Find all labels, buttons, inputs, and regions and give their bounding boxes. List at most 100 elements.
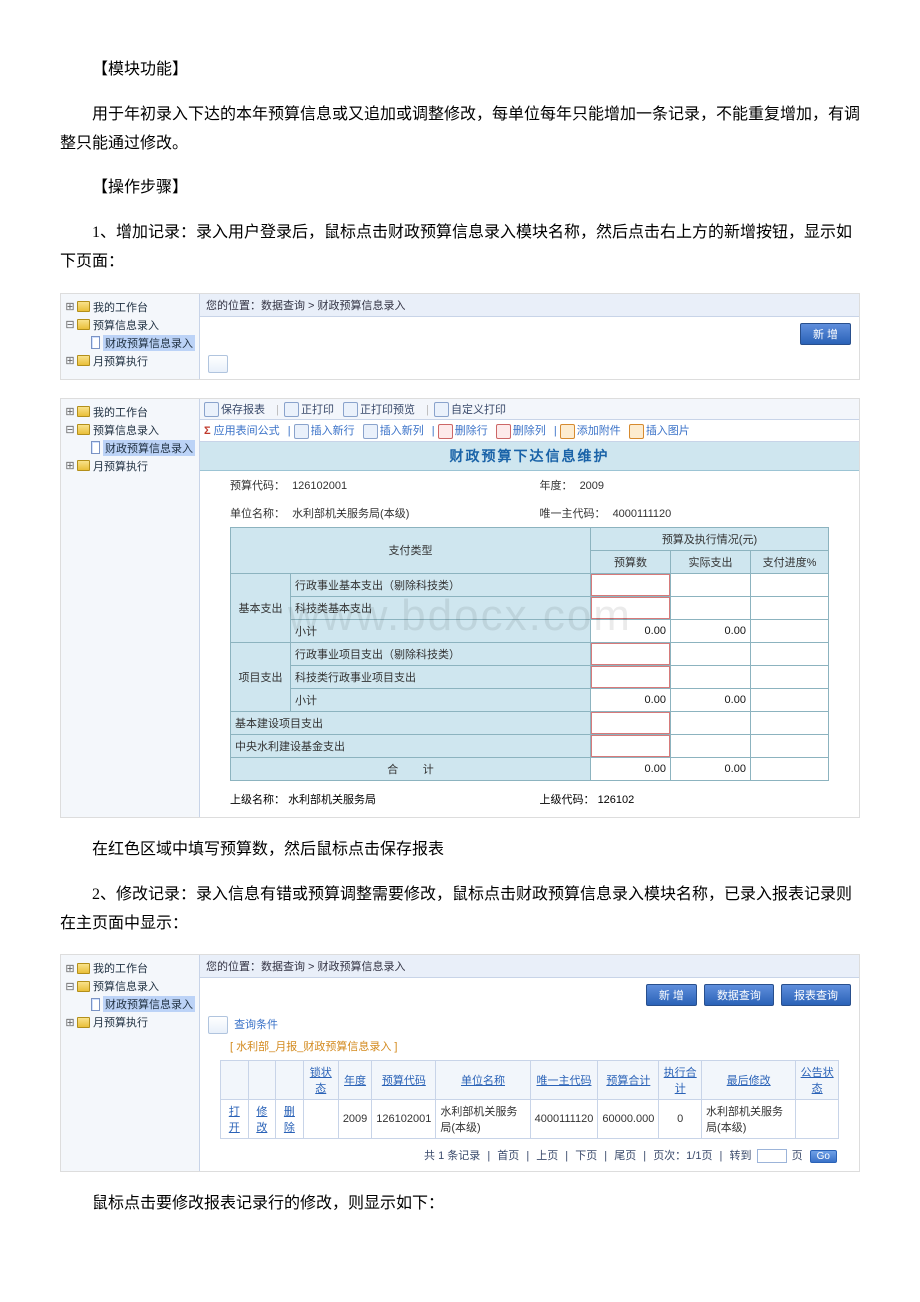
tree-budget-entry[interactable]: ⊟ 预算信息录入 xyxy=(65,421,195,439)
input-cell[interactable] xyxy=(590,734,670,757)
report-info-row-1: 预算代码： 126102001 年度： 2009 xyxy=(200,471,859,499)
pager-prev[interactable]: 上页 xyxy=(536,1150,558,1162)
tree-fiscal-entry[interactable]: 财政预算信息录入 xyxy=(65,334,195,352)
value-cell xyxy=(670,573,750,596)
th-total[interactable]: 预算合计 xyxy=(598,1061,659,1100)
value-cell xyxy=(750,757,828,780)
th-exec-total[interactable]: 执行合计 xyxy=(659,1061,702,1100)
collapse-icon[interactable]: ⊟ xyxy=(65,423,75,436)
pager-first[interactable]: 首页 xyxy=(497,1150,519,1162)
save-report-button[interactable]: 保存报表 xyxy=(204,401,265,418)
th-link[interactable]: 单位名称 xyxy=(461,1075,505,1087)
input-cell[interactable] xyxy=(590,596,670,619)
tree-label: 预算信息录入 xyxy=(93,978,159,994)
new-button[interactable]: 新 增 xyxy=(800,323,851,345)
th-link[interactable]: 预算代码 xyxy=(382,1075,426,1087)
pager-next[interactable]: 下页 xyxy=(575,1150,597,1162)
value-cell xyxy=(670,734,750,757)
pager-last[interactable]: 尾页 xyxy=(614,1150,636,1162)
figure-1: ⊞ 我的工作台 ⊟ 预算信息录入 财政预算信息录入 ⊞ 月预算执行 xyxy=(60,293,860,380)
th-link[interactable]: 年度 xyxy=(344,1075,366,1087)
expand-icon[interactable]: ⊞ xyxy=(65,962,75,975)
th-year[interactable]: 年度 xyxy=(338,1061,371,1100)
folder-icon xyxy=(77,424,90,435)
collapse-icon[interactable]: ⊟ xyxy=(65,980,75,993)
print-button[interactable]: 正打印 xyxy=(284,401,334,418)
th-budget-code[interactable]: 预算代码 xyxy=(372,1061,436,1100)
document-icon xyxy=(91,336,100,349)
budget-code-value: 126102001 xyxy=(292,480,347,492)
expand-icon[interactable]: ⊞ xyxy=(65,1016,75,1029)
th-link[interactable]: 预算合计 xyxy=(606,1075,650,1087)
expand-icon[interactable]: ⊞ xyxy=(65,459,75,472)
tree-label: 月预算执行 xyxy=(93,1014,148,1030)
pager-page-input[interactable] xyxy=(757,1149,787,1163)
attachment-icon xyxy=(560,424,575,439)
insert-image-button[interactable]: 插入图片 xyxy=(629,422,690,439)
open-link[interactable]: 打开 xyxy=(221,1100,249,1139)
tree-fiscal-entry[interactable]: 财政预算信息录入 xyxy=(65,995,195,1013)
tree-month-exec[interactable]: ⊞ 月预算执行 xyxy=(65,1013,195,1031)
collapse-icon[interactable]: ⊟ xyxy=(65,318,75,331)
value-cell: 0.00 xyxy=(590,757,670,780)
input-cell[interactable] xyxy=(590,665,670,688)
tree-my-workbench[interactable]: ⊞ 我的工作台 xyxy=(65,403,195,421)
formula-button[interactable]: Σ 应用表间公式 xyxy=(204,422,280,438)
search-bar[interactable]: 查询条件 xyxy=(200,1012,859,1036)
insert-col-button[interactable]: 插入新列 xyxy=(363,422,424,439)
tree-fiscal-entry[interactable]: 财政预算信息录入 xyxy=(65,439,195,457)
breadcrumb: 您的位置：数据查询 > 财政预算信息录入 xyxy=(200,955,859,978)
expand-icon[interactable]: ⊞ xyxy=(65,354,75,367)
th-lock[interactable]: 锁状态 xyxy=(303,1061,338,1100)
para-fill: 在红色区域中填写预算数，然后鼠标点击保存报表 xyxy=(60,836,860,865)
toolbar-label: 保存报表 xyxy=(221,404,265,416)
delete-col-button[interactable]: 删除列 xyxy=(496,422,546,439)
row-basic-1: 行政事业基本支出（剔除科技类） xyxy=(291,573,591,596)
th-main-code[interactable]: 唯一主代码 xyxy=(530,1061,598,1100)
expand-icon[interactable]: ⊞ xyxy=(65,300,75,313)
custom-print-button[interactable]: 自定义打印 xyxy=(434,401,506,418)
input-cell[interactable] xyxy=(590,642,670,665)
delete-row-button[interactable]: 删除行 xyxy=(438,422,488,439)
report-query-button[interactable]: 报表查询 xyxy=(781,984,851,1006)
input-cell[interactable] xyxy=(590,711,670,734)
row-central: 中央水利建设基金支出 xyxy=(231,734,591,757)
figure-3: ⊞ 我的工作台 ⊟ 预算信息录入 财政预算信息录入 ⊞ 月预算执行 xyxy=(60,954,860,1172)
pager-go-button[interactable]: Go xyxy=(810,1150,837,1163)
edit-link[interactable]: 修改 xyxy=(248,1100,276,1139)
th-open xyxy=(221,1061,249,1100)
th-link[interactable]: 执行合计 xyxy=(664,1067,697,1095)
th-link[interactable]: 唯一主代码 xyxy=(536,1075,591,1087)
insert-row-button[interactable]: 插入新行 xyxy=(294,422,355,439)
unit-name-value: 水利部机关服务局(本级) xyxy=(292,508,409,520)
th-last-mod[interactable]: 最后修改 xyxy=(702,1061,796,1100)
tree-month-exec[interactable]: ⊞ 月预算执行 xyxy=(65,352,195,370)
new-button[interactable]: 新 增 xyxy=(646,984,697,1006)
th-pub[interactable]: 公告状态 xyxy=(796,1061,839,1100)
report-toolbar: 保存报表 | 正打印 正打印预览 | 自定义打印 xyxy=(200,399,859,421)
tree-my-workbench[interactable]: ⊞ 我的工作台 xyxy=(65,959,195,977)
tree-label: 财政预算信息录入 xyxy=(103,440,195,456)
tree-label: 我的工作台 xyxy=(93,960,148,976)
th-unit-name[interactable]: 单位名称 xyxy=(436,1061,530,1100)
delete-link[interactable]: 删除 xyxy=(276,1100,304,1139)
tree-label: 财政预算信息录入 xyxy=(103,996,195,1012)
preview-button[interactable]: 正打印预览 xyxy=(343,401,415,418)
data-query-button[interactable]: 数据查询 xyxy=(704,984,774,1006)
th-del xyxy=(276,1061,304,1100)
tree-budget-entry[interactable]: ⊟ 预算信息录入 xyxy=(65,977,195,995)
toolbar-label: 正打印预览 xyxy=(360,404,415,416)
add-attach-button[interactable]: 添加附件 xyxy=(560,422,621,439)
tree-my-workbench[interactable]: ⊞ 我的工作台 xyxy=(65,298,195,316)
expand-icon[interactable]: ⊞ xyxy=(65,405,75,418)
report-table: 支付类型 预算及执行情况(元) 预算数 实际支出 支付进度% 基本支出 行政事业… xyxy=(230,527,829,781)
year-label: 年度： xyxy=(540,480,573,492)
th-link[interactable]: 锁状态 xyxy=(310,1067,332,1095)
th-link[interactable]: 公告状态 xyxy=(801,1067,834,1095)
tree-month-exec[interactable]: ⊞ 月预算执行 xyxy=(65,457,195,475)
pager-jump-label: 转到 xyxy=(729,1150,751,1162)
th-link[interactable]: 最后修改 xyxy=(727,1075,771,1087)
tree-budget-entry[interactable]: ⊟ 预算信息录入 xyxy=(65,316,195,334)
toolbar-icon[interactable] xyxy=(208,355,228,373)
input-cell[interactable] xyxy=(590,573,670,596)
